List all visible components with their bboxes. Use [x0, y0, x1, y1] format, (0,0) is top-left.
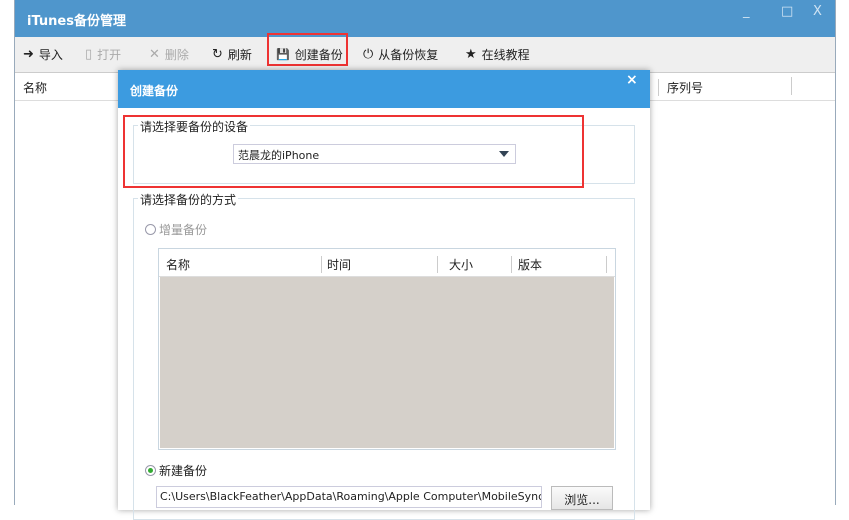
new-backup-radio[interactable]: 新建备份: [145, 462, 207, 479]
table-body: [160, 277, 614, 448]
radio-checked-icon: [145, 465, 156, 476]
open-button[interactable]: ▯ 打开: [85, 46, 121, 63]
import-icon: ➜: [23, 47, 34, 62]
method-group-label: 请选择备份的方式: [138, 191, 239, 208]
header-time[interactable]: 时间: [327, 256, 438, 273]
column-serial[interactable]: 序列号: [658, 79, 703, 96]
toolbar: ➜ 导入 ▯ 打开 ✕ 删除 ↻ 刷新 💾 创建备份 ⏻ 从备份恢复 ★ 在线教程: [15, 37, 835, 73]
column-divider: [791, 77, 792, 95]
import-label: 导入: [38, 48, 63, 62]
header-name[interactable]: 名称: [166, 256, 322, 273]
refresh-button[interactable]: ↻ 刷新: [212, 46, 252, 63]
backup-table: 名称 时间 大小 版本: [158, 248, 616, 450]
highlight-box: [123, 115, 584, 188]
import-button[interactable]: ➜ 导入: [23, 46, 63, 63]
delete-button[interactable]: ✕ 删除: [149, 46, 189, 63]
window-title: iTunes备份管理: [27, 14, 126, 29]
refresh-icon: ↻: [212, 47, 223, 62]
power-icon: ⏻: [363, 47, 374, 62]
star-icon: ★: [465, 47, 477, 62]
dialog-title-bar: 创建备份 ×: [118, 70, 650, 108]
close-button[interactable]: X: [813, 4, 822, 19]
radio-unchecked-icon: [145, 224, 156, 235]
new-backup-label: 新建备份: [159, 464, 208, 478]
header-version[interactable]: 版本: [518, 256, 607, 273]
incremental-radio[interactable]: 增量备份: [145, 221, 207, 238]
refresh-label: 刷新: [227, 48, 252, 62]
title-bar: iTunes备份管理 _ □ X: [15, 0, 835, 37]
delete-icon: ✕: [149, 47, 160, 62]
restore-label: 从备份恢复: [378, 48, 439, 62]
dialog-close-button[interactable]: ×: [626, 72, 638, 88]
highlight-box: [267, 33, 348, 66]
tutorial-label: 在线教程: [481, 48, 530, 62]
delete-label: 删除: [164, 48, 189, 62]
browse-button[interactable]: 浏览...: [551, 486, 613, 510]
header-size[interactable]: 大小: [449, 256, 512, 273]
dialog-title: 创建备份: [130, 84, 179, 98]
create-backup-dialog: 创建备份 × 请选择要备份的设备 范晨龙的iPhone 请选择备份的方式 增量备…: [118, 70, 650, 520]
minimize-button[interactable]: _: [743, 4, 750, 19]
incremental-label: 增量备份: [159, 223, 208, 237]
maximize-button[interactable]: □: [781, 4, 793, 19]
restore-button[interactable]: ⏻ 从备份恢复: [363, 46, 438, 63]
column-name[interactable]: 名称: [23, 79, 47, 96]
open-icon: ▯: [85, 47, 93, 62]
open-label: 打开: [97, 48, 122, 62]
table-header: 名称 时间 大小 版本: [159, 249, 615, 277]
tutorial-button[interactable]: ★ 在线教程: [465, 46, 530, 63]
